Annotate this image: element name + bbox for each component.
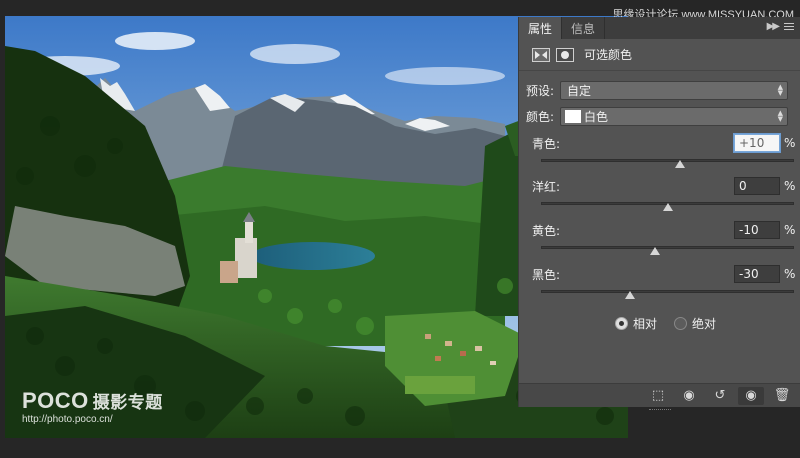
adjustment-layer-icon[interactable] — [532, 47, 550, 62]
slider-yellow-label: 黄色: — [532, 223, 561, 238]
slider-magenta-input[interactable]: 0 — [734, 177, 780, 195]
colors-value: 白色 — [584, 109, 609, 124]
percent-sign: % — [784, 267, 796, 281]
layer-mask-icon[interactable] — [556, 47, 574, 62]
method-radio-group: 相对 绝对 — [615, 315, 733, 332]
select-arrows-icon: ▲ ▼ — [777, 82, 783, 97]
slider-black-input[interactable]: -30 — [734, 265, 780, 283]
slider-cyan-label: 青色: — [532, 136, 561, 151]
watermark-url: http://photo.poco.cn/ — [22, 414, 113, 425]
radio-relative[interactable] — [615, 317, 628, 330]
slider-yellow: 黄色: -10 % — [532, 220, 796, 255]
properties-panel: 属性 信息 ▶▶ 可选颜色 预设: 自定 ▲ ▼ 颜色: 白色 ▲ ▼ 青色: +1… — [518, 17, 800, 410]
preset-select[interactable]: 自定 ▲ ▼ — [560, 80, 788, 100]
slider-thumb[interactable] — [624, 291, 635, 299]
percent-sign: % — [784, 179, 796, 193]
slider-thumb[interactable] — [649, 247, 660, 255]
watermark-brand-cn: 摄影专题 — [92, 393, 163, 412]
slider-thumb[interactable] — [662, 203, 673, 211]
radio-absolute-label[interactable]: 绝对 — [692, 315, 716, 332]
percent-sign: % — [784, 136, 796, 150]
panel-footer: ⬚ ◉ ↺ ◉ 🗑 — [519, 383, 800, 410]
slider-track[interactable] — [532, 200, 794, 211]
panel-menu-icon[interactable] — [784, 23, 794, 32]
adjustment-header: 可选颜色 — [519, 39, 800, 71]
slider-track[interactable] — [532, 288, 794, 299]
colors-label: 颜色: — [526, 109, 555, 124]
slider-magenta: 洋红: 0 % — [532, 176, 796, 211]
slider-cyan: 青色: +10 % — [532, 133, 796, 168]
slider-cyan-input[interactable]: +10 — [734, 134, 780, 152]
view-previous-icon[interactable]: ◉ — [676, 387, 702, 405]
trash-icon[interactable]: 🗑 — [769, 387, 795, 405]
slider-thumb[interactable] — [675, 160, 686, 168]
collapse-panel-icon[interactable]: ▶▶ — [767, 21, 780, 32]
colors-select[interactable]: 白色 ▲ ▼ — [560, 106, 788, 126]
percent-sign: % — [784, 223, 796, 237]
poco-watermark: POCO 摄影专题 http://photo.poco.cn/ — [22, 388, 163, 425]
select-arrows-icon: ▲ ▼ — [777, 108, 783, 123]
slider-track[interactable] — [532, 244, 794, 255]
watermark-brand: POCO — [22, 388, 89, 413]
resize-grip[interactable] — [649, 409, 671, 413]
slider-yellow-input[interactable]: -10 — [734, 221, 780, 239]
color-swatch — [565, 109, 581, 123]
radio-absolute[interactable] — [674, 317, 688, 330]
tab-info[interactable]: 信息 — [562, 17, 606, 39]
preset-value: 自定 — [567, 83, 592, 98]
adjustment-title: 可选颜色 — [584, 48, 633, 62]
reset-icon[interactable]: ↺ — [707, 387, 733, 405]
visibility-eye-icon[interactable]: ◉ — [738, 386, 764, 405]
slider-track[interactable] — [532, 157, 794, 168]
panel-tab-bar: 属性 信息 ▶▶ — [519, 17, 800, 39]
slider-black: 黑色: -30 % — [532, 264, 796, 299]
colors-row: 颜色: 白色 ▲ ▼ — [526, 106, 788, 126]
slider-magenta-label: 洋红: — [532, 179, 561, 194]
preset-row: 预设: 自定 ▲ ▼ — [526, 80, 788, 100]
slider-black-label: 黑色: — [532, 267, 561, 282]
radio-relative-label[interactable]: 相对 — [633, 315, 657, 332]
clip-to-layer-icon[interactable]: ⬚ — [645, 387, 671, 405]
preset-label: 预设: — [526, 83, 555, 98]
tab-properties[interactable]: 属性 — [519, 17, 563, 39]
